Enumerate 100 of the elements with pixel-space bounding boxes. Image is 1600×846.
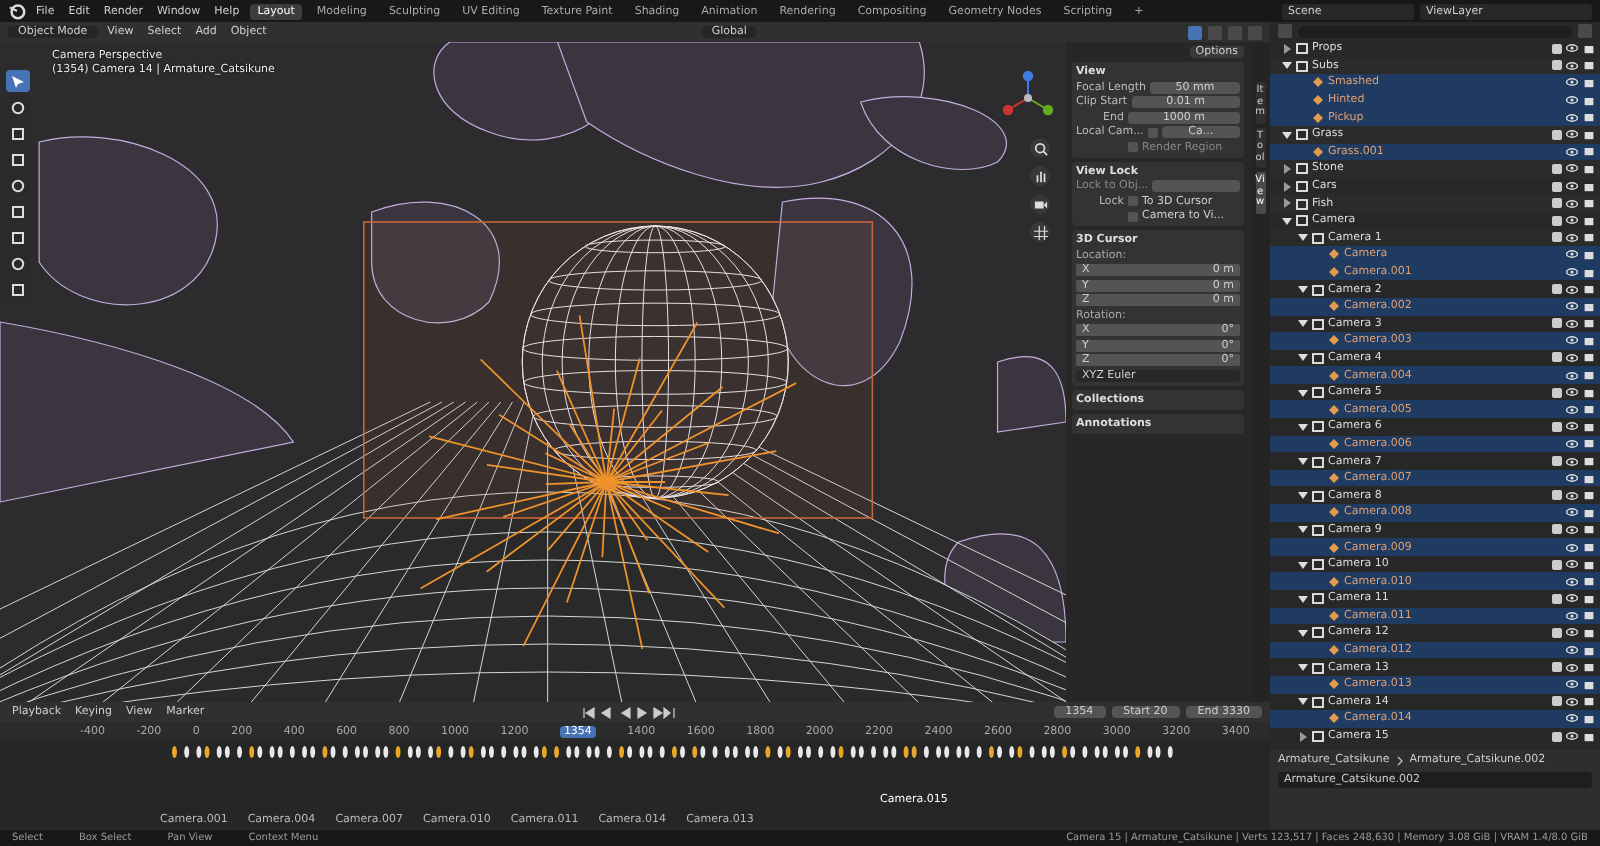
eye-icon[interactable]: [1566, 697, 1578, 706]
eye-icon[interactable]: [1566, 457, 1578, 466]
expand-arrow-icon[interactable]: [1298, 232, 1308, 243]
eye-icon[interactable]: [1566, 182, 1578, 191]
expand-arrow-icon[interactable]: [1298, 731, 1308, 742]
eye-icon[interactable]: [1566, 96, 1578, 105]
exclude-checkbox-icon[interactable]: [1552, 696, 1562, 707]
exclude-checkbox-icon[interactable]: [1552, 318, 1562, 329]
zoom-icon[interactable]: [1030, 138, 1050, 158]
eye-icon[interactable]: [1566, 543, 1578, 552]
expand-arrow-icon[interactable]: [1282, 215, 1292, 226]
exclude-checkbox-icon[interactable]: [1552, 490, 1562, 501]
eye-icon[interactable]: [1566, 560, 1578, 569]
eye-icon[interactable]: [1566, 732, 1578, 741]
eye-icon[interactable]: [1566, 371, 1578, 380]
expand-arrow-icon[interactable]: [1282, 198, 1292, 209]
exclude-checkbox-icon[interactable]: [1552, 352, 1562, 363]
expand-arrow-icon[interactable]: [1298, 696, 1308, 707]
eye-icon[interactable]: [1566, 44, 1578, 53]
tool-button[interactable]: [6, 200, 30, 222]
exclude-checkbox-icon[interactable]: [1552, 627, 1562, 638]
expand-arrow-icon[interactable]: [1298, 421, 1308, 432]
tool-button[interactable]: [6, 70, 30, 92]
expand-arrow-icon[interactable]: [1298, 559, 1308, 570]
eye-icon[interactable]: [1566, 628, 1578, 637]
exclude-checkbox-icon[interactable]: [1552, 559, 1562, 570]
exclude-checkbox-icon[interactable]: [1552, 456, 1562, 467]
exclude-checkbox-icon[interactable]: [1552, 215, 1562, 226]
eye-icon[interactable]: [1566, 422, 1578, 431]
expand-arrow-icon[interactable]: [1298, 352, 1308, 363]
expand-arrow-icon[interactable]: [1282, 43, 1292, 54]
eye-icon[interactable]: [1566, 439, 1578, 448]
eye-icon[interactable]: [1566, 199, 1578, 208]
tool-button[interactable]: [6, 148, 30, 170]
eye-icon[interactable]: [1566, 319, 1578, 328]
exclude-checkbox-icon[interactable]: [1552, 163, 1562, 174]
eye-icon[interactable]: [1566, 130, 1578, 139]
expand-arrow-icon[interactable]: [1298, 593, 1308, 604]
eye-icon[interactable]: [1566, 233, 1578, 242]
expand-arrow-icon[interactable]: [1282, 163, 1292, 174]
eye-icon[interactable]: [1566, 302, 1578, 311]
eye-icon[interactable]: [1566, 611, 1578, 620]
exclude-checkbox-icon[interactable]: [1552, 129, 1562, 140]
eye-icon[interactable]: [1566, 113, 1578, 122]
eye-icon[interactable]: [1566, 577, 1578, 586]
exclude-checkbox-icon[interactable]: [1552, 60, 1562, 71]
exclude-checkbox-icon[interactable]: [1552, 181, 1562, 192]
expand-arrow-icon[interactable]: [1298, 627, 1308, 638]
eye-icon[interactable]: [1566, 78, 1578, 87]
wireframe-shading-button[interactable]: [1188, 25, 1202, 39]
exclude-checkbox-icon[interactable]: [1552, 232, 1562, 243]
exclude-checkbox-icon[interactable]: [1552, 662, 1562, 673]
checkbox[interactable]: [1128, 142, 1138, 152]
eye-icon[interactable]: [1566, 646, 1578, 655]
eye-icon[interactable]: [1566, 147, 1578, 156]
expand-arrow-icon[interactable]: [1298, 456, 1308, 467]
checkbox[interactable]: [1128, 196, 1138, 206]
exclude-checkbox-icon[interactable]: [1552, 284, 1562, 295]
expand-arrow-icon[interactable]: [1298, 524, 1308, 535]
checkbox[interactable]: [1147, 127, 1158, 137]
eye-icon[interactable]: [1566, 268, 1578, 277]
eye-icon[interactable]: [1566, 525, 1578, 534]
eye-icon[interactable]: [1566, 388, 1578, 397]
grid-icon[interactable]: [1030, 222, 1050, 242]
exclude-checkbox-icon[interactable]: [1552, 387, 1562, 398]
eye-icon[interactable]: [1566, 680, 1578, 689]
eye-icon[interactable]: [1566, 353, 1578, 362]
expand-arrow-icon[interactable]: [1282, 60, 1292, 71]
expand-arrow-icon[interactable]: [1282, 129, 1292, 140]
exclude-checkbox-icon[interactable]: [1552, 198, 1562, 209]
eye-icon[interactable]: [1566, 491, 1578, 500]
eye-icon[interactable]: [1566, 164, 1578, 173]
blender-logo-icon[interactable]: [8, 2, 26, 20]
exclude-checkbox-icon[interactable]: [1552, 593, 1562, 604]
tool-button[interactable]: [6, 278, 30, 300]
expand-arrow-icon[interactable]: [1298, 387, 1308, 398]
eye-icon[interactable]: [1566, 714, 1578, 723]
tool-button[interactable]: [6, 226, 30, 248]
tool-button[interactable]: [6, 122, 30, 144]
expand-arrow-icon[interactable]: [1298, 318, 1308, 329]
eye-icon[interactable]: [1566, 250, 1578, 259]
expand-arrow-icon[interactable]: [1282, 181, 1292, 192]
eye-icon[interactable]: [1566, 474, 1578, 483]
checkbox[interactable]: [1128, 211, 1138, 221]
eye-icon[interactable]: [1566, 594, 1578, 603]
eye-icon[interactable]: [1566, 663, 1578, 672]
expand-arrow-icon[interactable]: [1298, 490, 1308, 501]
eye-icon[interactable]: [1566, 216, 1578, 225]
exclude-checkbox-icon[interactable]: [1552, 524, 1562, 535]
eye-icon[interactable]: [1566, 336, 1578, 345]
play-controls-icon[interactable]: [582, 705, 679, 719]
eye-icon[interactable]: [1566, 61, 1578, 70]
expand-arrow-icon[interactable]: [1298, 662, 1308, 673]
eye-icon[interactable]: [1566, 405, 1578, 414]
object-field[interactable]: [1152, 180, 1240, 192]
exclude-checkbox-icon[interactable]: [1552, 421, 1562, 432]
expand-arrow-icon[interactable]: [1298, 284, 1308, 295]
exclude-checkbox-icon[interactable]: [1552, 43, 1562, 54]
eye-icon[interactable]: [1566, 285, 1578, 294]
eye-icon[interactable]: [1566, 508, 1578, 517]
